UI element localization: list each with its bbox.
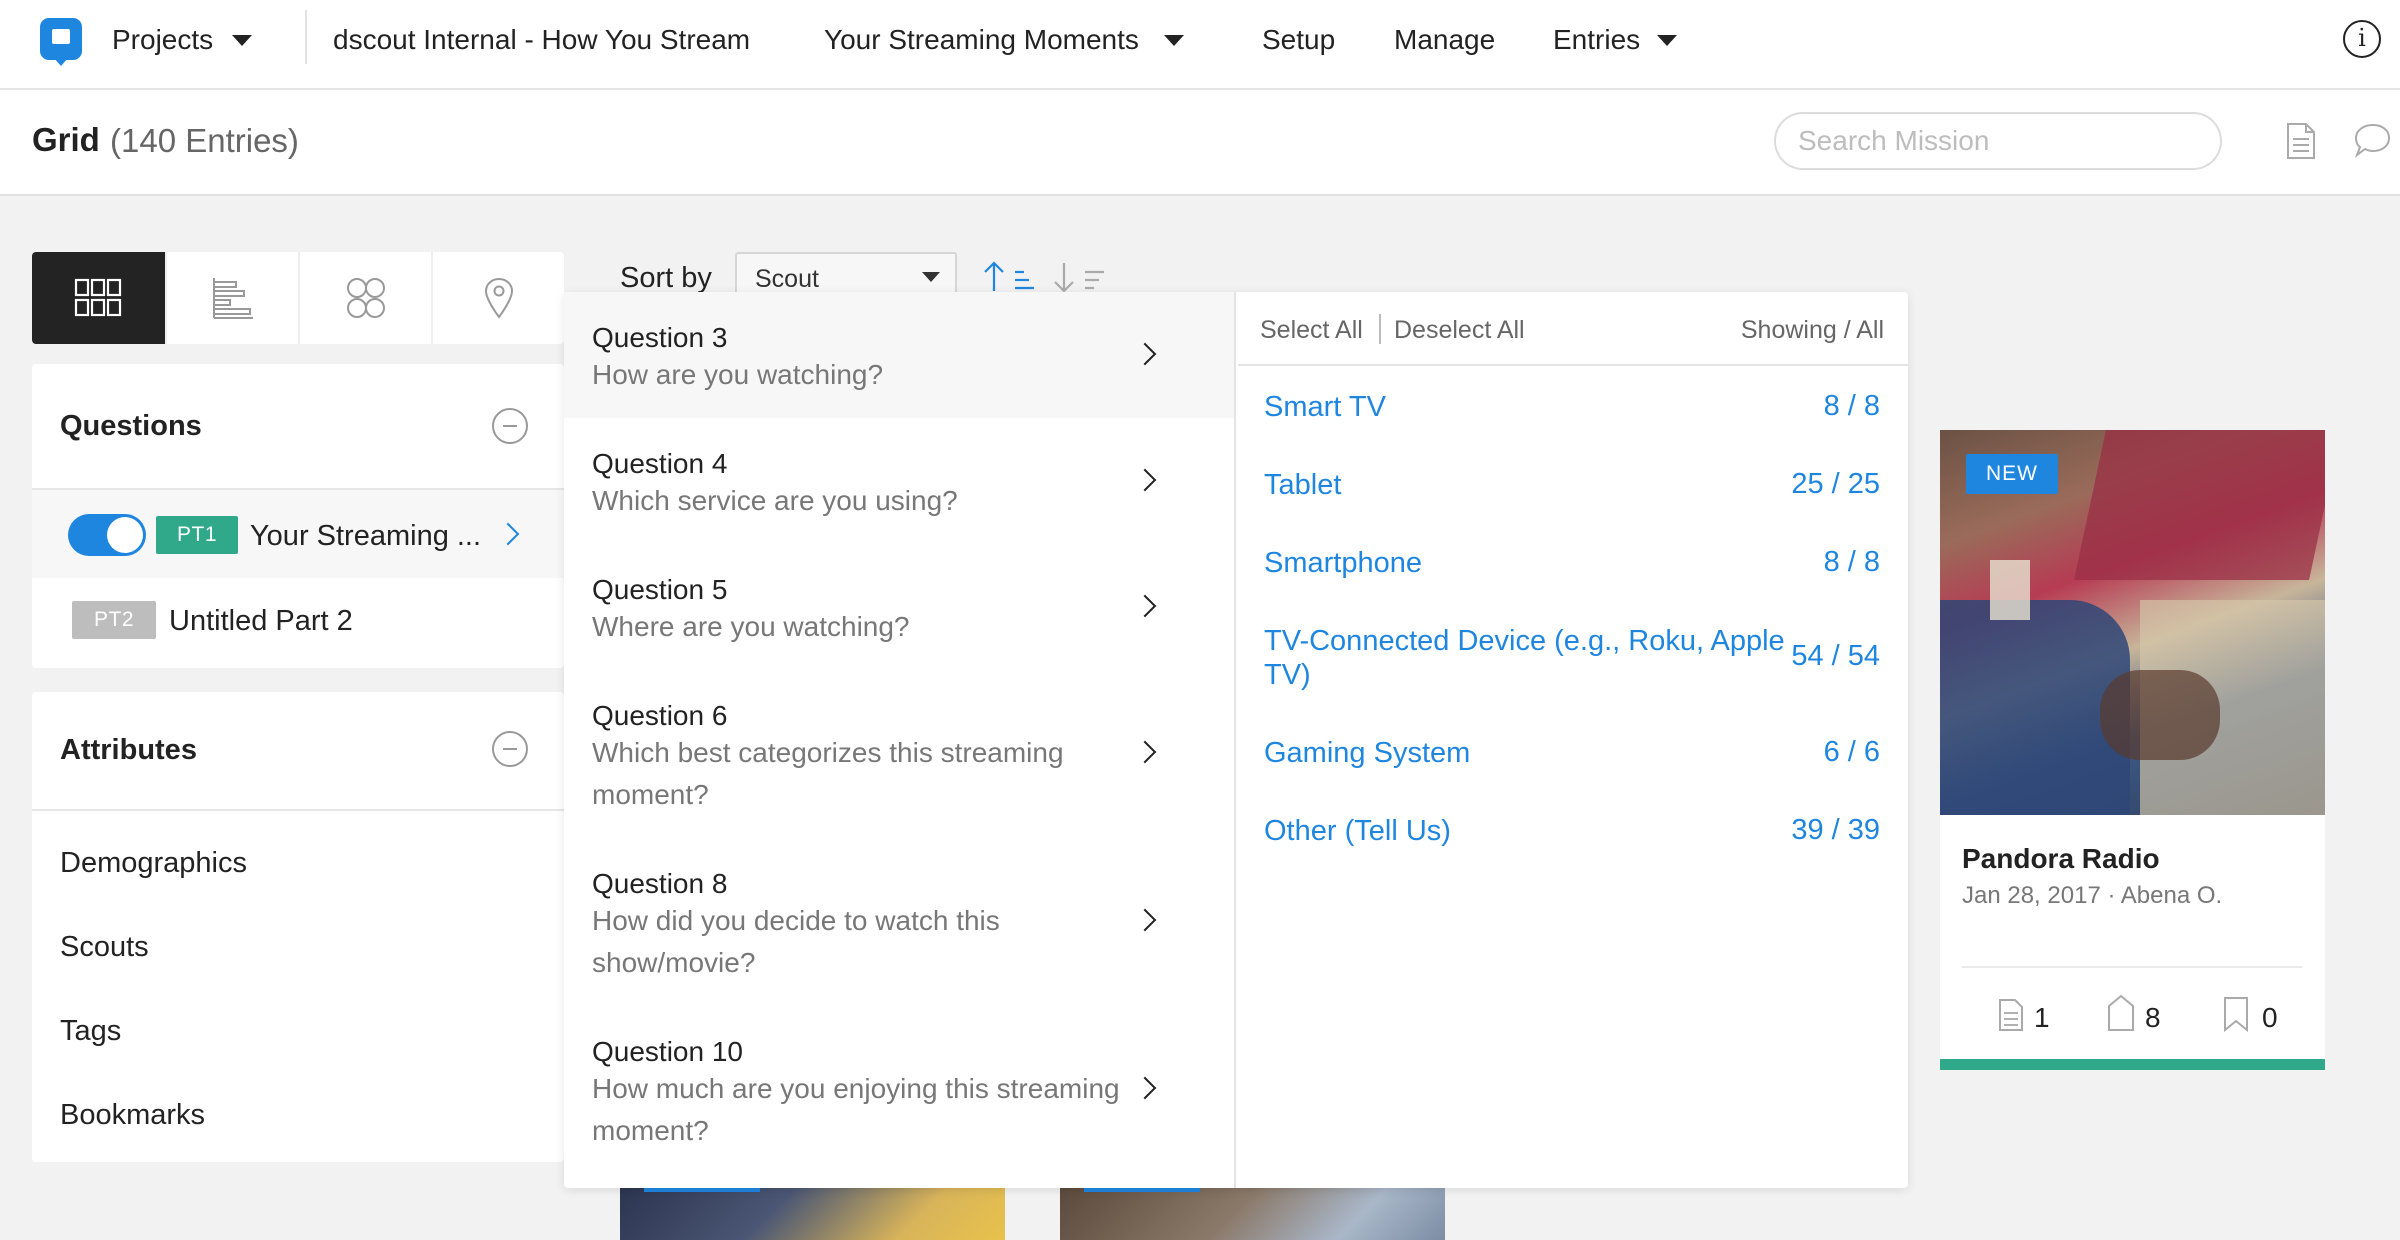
question-item[interactable]: Question 10 How much are you enjoying th… (564, 1006, 1234, 1186)
card-divider (1962, 966, 2302, 968)
part-1-toggle[interactable] (68, 514, 146, 556)
entry-meta: Jan 28, 2017 · Abena O. (1962, 882, 2223, 909)
option-count: 8 / 8 (1823, 546, 1880, 578)
link-separator (1379, 314, 1381, 344)
nav-entries[interactable]: Entries (1553, 24, 1640, 56)
question-title: Question 5 (592, 574, 728, 605)
cluster-icon (347, 278, 385, 318)
question-text: How much are you enjoying this streaming… (592, 1073, 1120, 1146)
attribute-tags[interactable]: Tags (60, 1015, 121, 1048)
sort-descending-icon[interactable] (1052, 260, 1106, 294)
question-text: How are you watching? (592, 359, 884, 390)
projects-chevron-down-icon[interactable] (232, 35, 252, 46)
bookmarks-count: 0 (2262, 1002, 2278, 1033)
question-title: Question 6 (592, 700, 728, 731)
panel-divider (32, 809, 564, 811)
options-header: Select All Deselect All Showing / All (1238, 292, 1908, 366)
document-icon[interactable] (2286, 122, 2316, 160)
question-list: Question 3 How are you watching? Questio… (564, 292, 1236, 1188)
nav-divider (305, 10, 307, 64)
projects-menu-label[interactable]: Projects (112, 24, 213, 56)
note-icon (1999, 999, 2023, 1031)
question-text: Which best categorizes this streaming mo… (592, 737, 1064, 810)
sort-chevron-down-icon (922, 272, 940, 282)
entry-thumbnail[interactable] (620, 1188, 1005, 1240)
attributes-panel-title: Attributes (60, 734, 197, 766)
part-1-label[interactable]: Your Streaming ... (250, 520, 481, 553)
grid-icon (74, 278, 122, 317)
question-title: Question 3 (592, 322, 728, 353)
collapse-attributes-icon[interactable] (492, 731, 528, 767)
option-other[interactable]: Other (Tell Us) (1264, 814, 1784, 848)
question-item[interactable]: Question 5 Where are you watching? (564, 544, 1234, 670)
question-item[interactable]: Question 3 How are you watching? (564, 292, 1234, 418)
question-text: Which service are you using? (592, 485, 958, 516)
nav-setup[interactable]: Setup (1262, 24, 1335, 56)
sort-ascending-icon[interactable] (982, 260, 1036, 294)
option-tablet[interactable]: Tablet (1264, 468, 1784, 502)
option-count: 25 / 25 (1791, 468, 1880, 500)
tag-icon (2108, 994, 2134, 1031)
bookmark-icon[interactable] (2222, 996, 2250, 1032)
entries-count: (140 Entries) (110, 122, 299, 159)
bar-view-button[interactable] (165, 252, 298, 344)
part-chevron-down-icon[interactable] (1164, 35, 1184, 46)
part-2-label[interactable]: Untitled Part 2 (169, 605, 353, 638)
entries-chevron-down-icon[interactable] (1657, 35, 1677, 46)
option-tv-connected-device[interactable]: TV-Connected Device (e.g., Roku, Apple T… (1264, 624, 1794, 692)
option-count: 54 / 54 (1791, 640, 1880, 672)
attribute-bookmarks[interactable]: Bookmarks (60, 1099, 205, 1132)
notes-count: 1 (2034, 1002, 2050, 1033)
collapse-questions-icon[interactable] (492, 408, 528, 444)
deselect-all-link[interactable]: Deselect All (1394, 316, 1525, 345)
new-badge: NEW (1966, 454, 2058, 494)
question-item[interactable]: Question 6 Which best categorizes this s… (564, 670, 1234, 838)
part-1-badge: PT1 (156, 516, 238, 554)
mission-name[interactable]: dscout Internal - How You Stream (333, 24, 750, 56)
question-text: How did you decide to watch this show/mo… (592, 905, 1000, 978)
map-view-button[interactable] (431, 252, 564, 344)
question-title: Question 10 (592, 1036, 743, 1067)
entry-thumbnail[interactable] (1060, 1188, 1445, 1240)
view-switcher (32, 252, 564, 344)
option-count: 8 / 8 (1823, 390, 1880, 422)
option-count: 6 / 6 (1823, 736, 1880, 768)
nav-manage[interactable]: Manage (1394, 24, 1495, 56)
question-title: Question 8 (592, 868, 728, 899)
sort-label: Sort by (620, 262, 712, 294)
sort-select-value: Scout (755, 265, 819, 293)
question-item[interactable]: Question 4 Which service are you using? (564, 418, 1234, 544)
questions-panel-title: Questions (60, 410, 202, 442)
showing-all-label: Showing / All (1740, 316, 1884, 344)
search-input[interactable] (1774, 112, 2222, 170)
question-item[interactable]: Question 8 How did you decide to watch t… (564, 838, 1234, 1006)
part-menu-label[interactable]: Your Streaming Moments (824, 24, 1139, 56)
select-all-link[interactable]: Select All (1260, 316, 1363, 345)
option-count: 39 / 39 (1791, 814, 1880, 846)
attribute-scouts[interactable]: Scouts (60, 931, 149, 964)
page-title: Grid (32, 121, 100, 158)
option-smartphone[interactable]: Smartphone (1264, 546, 1784, 580)
cluster-view-button[interactable] (298, 252, 431, 344)
question-text: Where are you watching? (592, 611, 910, 642)
bar-chart-icon (213, 278, 253, 319)
map-pin-icon (484, 277, 514, 319)
comment-icon[interactable] (2352, 122, 2392, 160)
dscout-logo-icon[interactable] (40, 18, 82, 66)
grid-view-button[interactable] (32, 252, 165, 344)
part-color-bar (1940, 1059, 2325, 1070)
option-smart-tv[interactable]: Smart TV (1264, 390, 1784, 424)
entry-title[interactable]: Pandora Radio (1962, 843, 2160, 875)
part-2-badge: PT2 (72, 601, 156, 639)
info-icon[interactable]: i (2343, 20, 2381, 58)
attribute-demographics[interactable]: Demographics (60, 847, 247, 880)
option-gaming-system[interactable]: Gaming System (1264, 736, 1784, 770)
tags-count: 8 (2145, 1002, 2161, 1033)
question-title: Question 4 (592, 448, 728, 479)
